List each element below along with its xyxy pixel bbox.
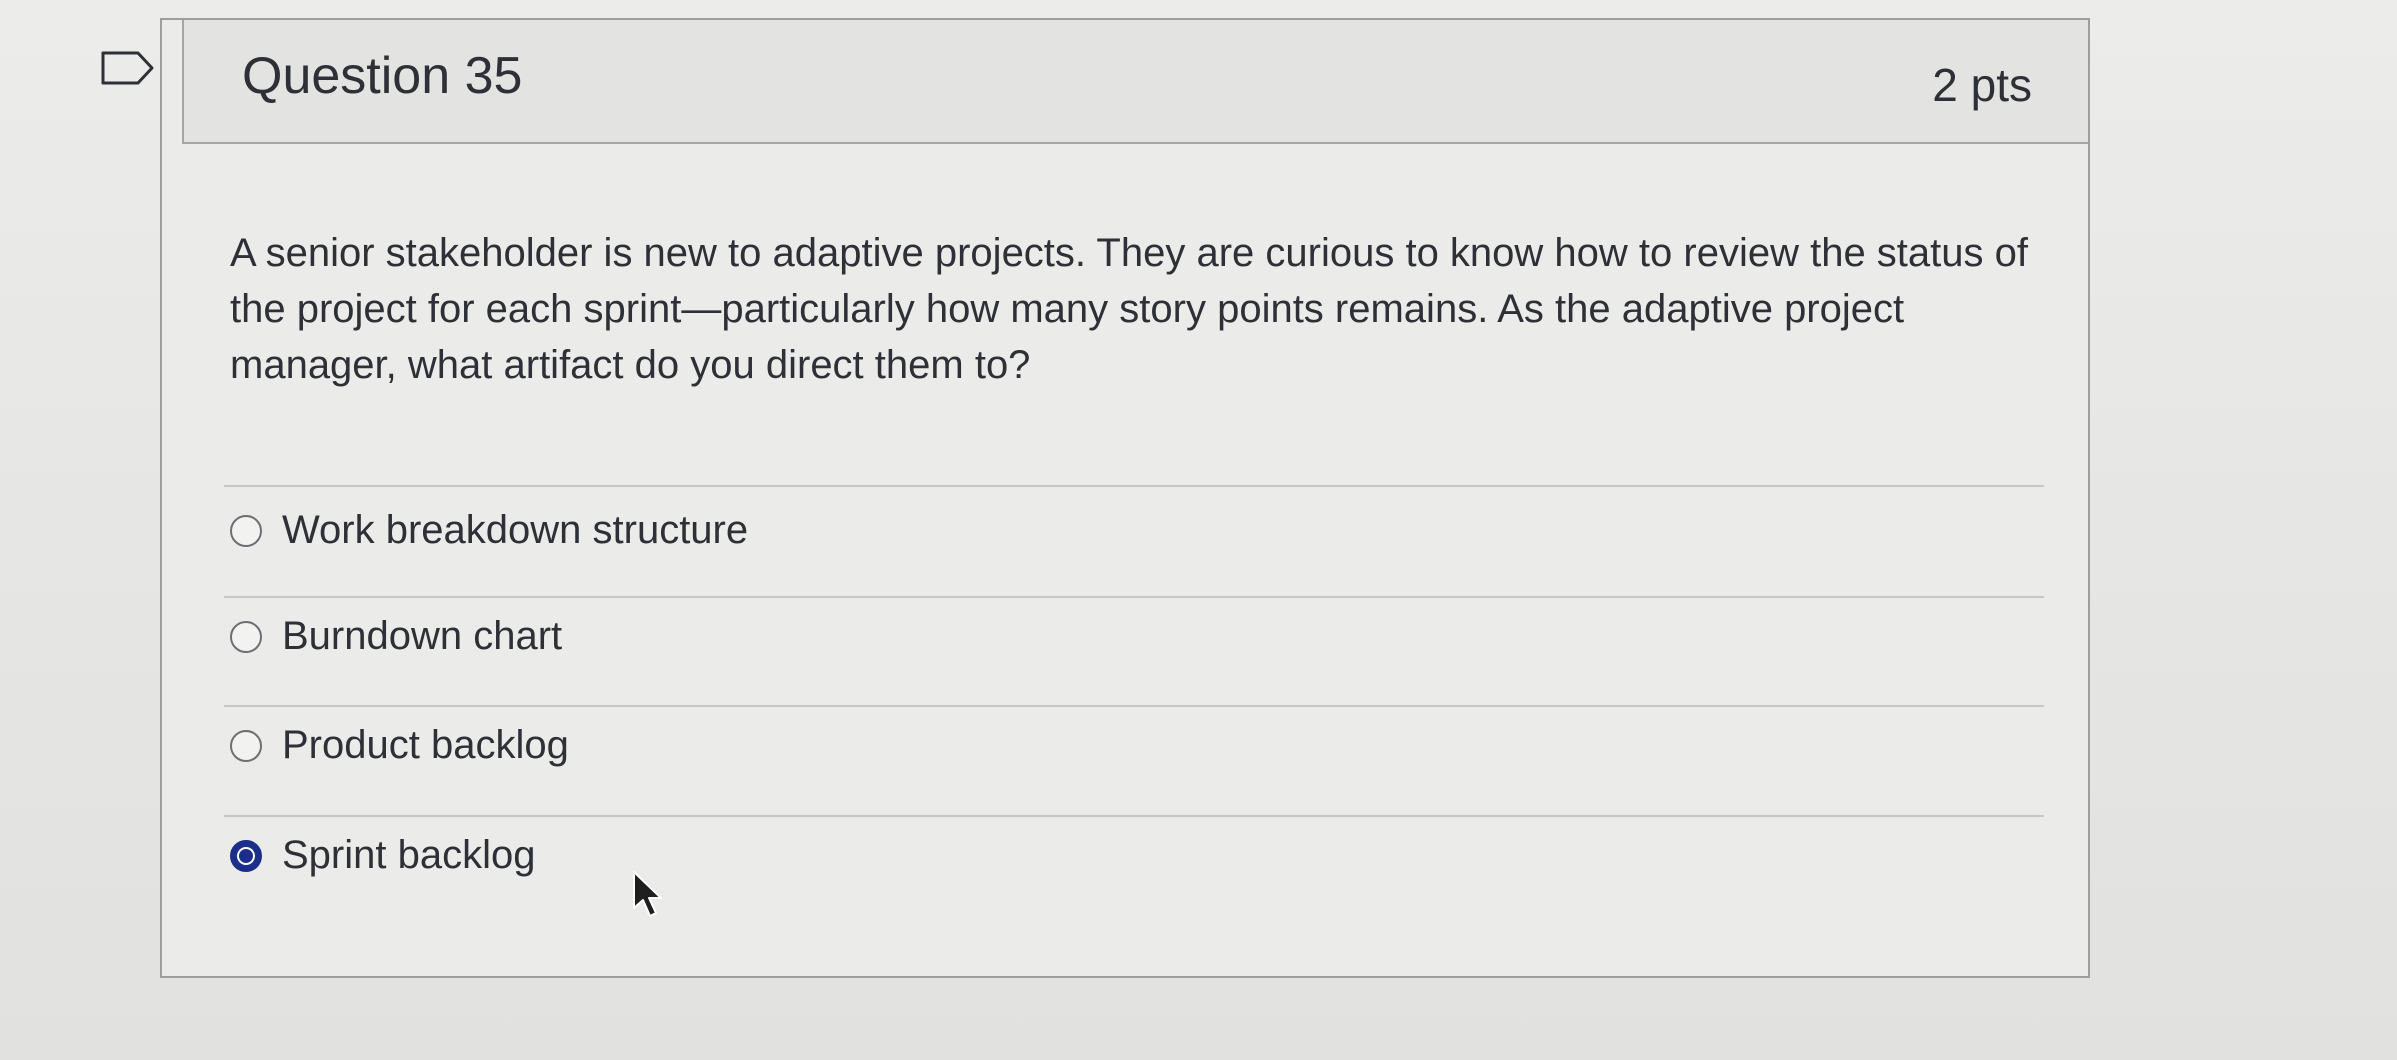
question-points: 2 pts — [1932, 59, 2032, 111]
answer-option-burndown-chart[interactable]: Burndown chart — [230, 614, 562, 659]
question-text: A senior stakeholder is new to adaptive … — [230, 231, 2028, 387]
answer-option-work-breakdown-structure[interactable]: Work breakdown structure — [230, 508, 748, 553]
question-card: Question 35 2 pts A senior stakeholder i… — [160, 18, 2090, 978]
mouse-pointer-icon — [633, 871, 662, 917]
answer-label: Burndown chart — [282, 614, 563, 658]
answer-option-product-backlog[interactable]: Product backlog — [230, 723, 569, 768]
answer-divider — [224, 815, 2044, 817]
question-title: Question 35 — [242, 47, 523, 105]
answer-option-sprint-backlog[interactable]: Sprint backlog — [230, 833, 535, 878]
question-header: Question 35 2 pts — [182, 20, 2088, 144]
radio-button-selected[interactable] — [230, 839, 262, 872]
answer-divider — [224, 705, 2044, 707]
answer-divider — [224, 485, 2044, 487]
radio-button[interactable] — [230, 620, 262, 653]
answer-divider — [224, 596, 2044, 598]
answer-label: Product backlog — [282, 723, 569, 767]
answer-label: Sprint backlog — [282, 833, 536, 877]
flag-icon[interactable] — [100, 50, 156, 86]
answer-label: Work breakdown structure — [282, 508, 749, 552]
radio-button[interactable] — [230, 729, 262, 762]
page-background: Question 35 2 pts A senior stakeholder i… — [0, 0, 2397, 1060]
radio-button[interactable] — [230, 514, 262, 547]
